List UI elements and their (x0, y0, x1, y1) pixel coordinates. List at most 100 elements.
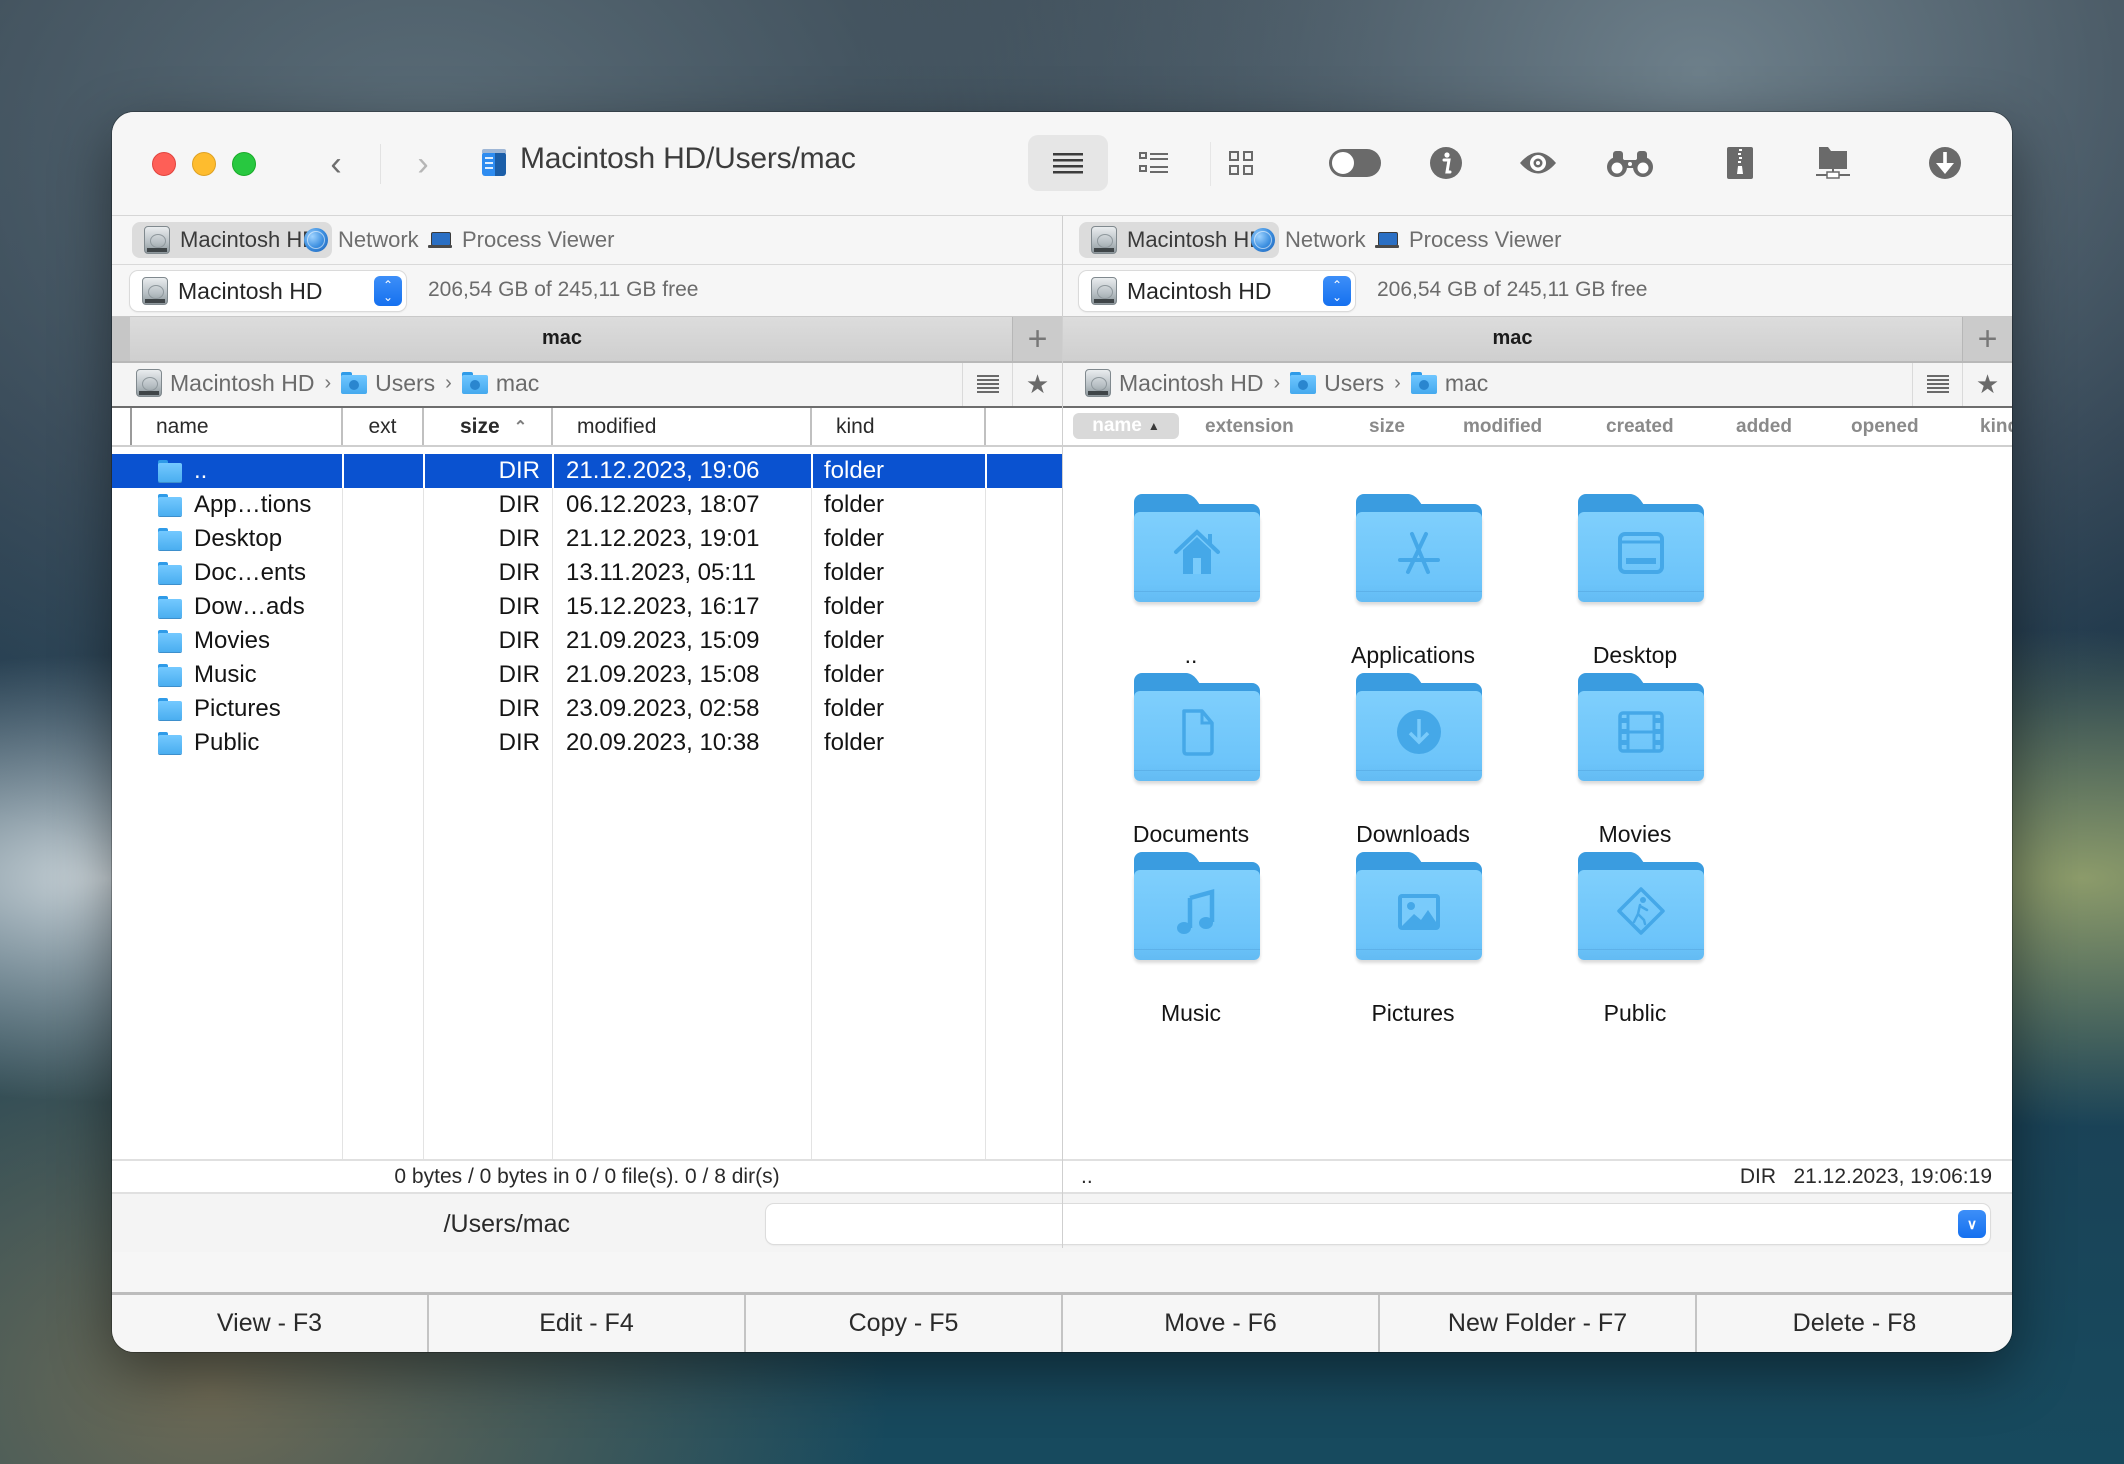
file-row[interactable]: Doc…ents DIR 13.11.2023, 05:11 folder (112, 556, 1062, 590)
new-folder-f7-button[interactable]: New Folder - F7 (1380, 1295, 1697, 1352)
sort-by-kind[interactable]: kind (1980, 416, 2012, 438)
file-name: Doc…ents (194, 559, 307, 586)
network-connect-button[interactable] (1793, 135, 1873, 191)
tab-process-viewer[interactable]: Process Viewer (416, 222, 628, 258)
file-modified: 06.12.2023, 18:07 (566, 491, 760, 518)
delete-f8-button[interactable]: Delete - F8 (1697, 1295, 2012, 1352)
chevron-right-icon: › (1273, 371, 1281, 394)
file-row[interactable]: Dow…ads DIR 15.12.2023, 16:17 folder (112, 590, 1062, 624)
right-free-space: 206,54 GB of 245,11 GB free (1377, 278, 1648, 301)
sort-by-added[interactable]: added (1736, 416, 1792, 438)
edit-f4-button[interactable]: Edit - F4 (429, 1295, 746, 1352)
right-breadcrumb: Macintosh HD › Users › mac ★ (1063, 363, 2012, 408)
minimize-window-button[interactable] (192, 152, 216, 176)
archive-button[interactable] (1700, 135, 1780, 191)
folder-label: Desktop (1592, 642, 1678, 668)
app-icon (482, 149, 506, 176)
file-row[interactable]: Music DIR 21.09.2023, 15:08 folder (112, 658, 1062, 692)
file-row[interactable]: .. DIR 21.12.2023, 19:06 folder (112, 454, 1062, 488)
column-modified[interactable]: modified (553, 408, 812, 445)
copy-f5-button[interactable]: Copy - F5 (746, 1295, 1063, 1352)
info-button[interactable] (1406, 135, 1486, 191)
folder-item[interactable]: Documents (1081, 673, 1301, 873)
left-drive-select[interactable]: Macintosh HD ⌃ ⌄ (130, 271, 406, 311)
sort-by-opened[interactable]: opened (1851, 416, 1919, 438)
column-ext[interactable]: ext (343, 408, 424, 445)
toggle-hidden-button[interactable] (1315, 135, 1395, 191)
laptop-icon (1375, 231, 1399, 249)
folder-item[interactable]: Public (1525, 852, 1745, 1052)
left-file-list: .. DIR 21.12.2023, 19:06 folder App…tions DIR… (112, 454, 1062, 1166)
column-name[interactable]: name (130, 408, 343, 445)
chevron-right-icon: › (1394, 371, 1401, 394)
left-favorites-button[interactable]: ★ (1012, 363, 1062, 406)
sort-by-extension[interactable]: extension (1205, 416, 1294, 438)
zoom-window-button[interactable] (232, 152, 256, 176)
right-icon-grid: .. Applications Desktop Documents Downloads M… (1063, 447, 2012, 1159)
tab-network[interactable]: Network (1239, 222, 1380, 258)
folder-item[interactable]: Applications (1303, 494, 1523, 694)
file-name: Movies (194, 627, 271, 654)
sort-by-name[interactable]: name ▲ (1073, 413, 1179, 439)
file-row[interactable]: Public DIR 20.09.2023, 10:38 folder (112, 726, 1062, 760)
folder-item[interactable]: Downloads (1303, 673, 1523, 873)
chevron-down-icon[interactable]: ∨ (1958, 1210, 1986, 1238)
crumb-macintosh-hd[interactable]: Macintosh HD (136, 369, 314, 397)
forward-button[interactable]: › (403, 145, 443, 183)
folder-item[interactable]: Movies (1525, 673, 1745, 873)
detail-list-button[interactable] (1114, 135, 1194, 191)
globe-icon (304, 228, 328, 252)
back-button[interactable]: ‹ (316, 145, 356, 183)
folder-label: Public (1603, 1000, 1667, 1026)
right-favorites-button[interactable]: ★ (1962, 363, 2012, 406)
sort-by-created[interactable]: created (1606, 416, 1674, 438)
info-icon (1430, 147, 1462, 179)
right-new-tab-button[interactable]: + (1962, 317, 2012, 361)
find-button[interactable] (1590, 135, 1670, 191)
command-line-input[interactable]: ∨ (766, 1204, 1990, 1244)
tab-network[interactable]: Network (292, 222, 433, 258)
crumb-users[interactable]: Users (1290, 370, 1384, 397)
up-down-chevron-icon[interactable]: ⌃ ⌄ (1323, 276, 1351, 306)
column-size[interactable]: size ⌃ (424, 408, 553, 445)
folder-item[interactable]: Music (1081, 852, 1301, 1052)
column-kind[interactable]: kind (812, 408, 986, 445)
quick-look-button[interactable] (1498, 135, 1578, 191)
home-folder-icon (1134, 494, 1260, 604)
grid-view-button[interactable] (1201, 135, 1281, 191)
left-history-button[interactable] (962, 363, 1012, 406)
view-f3-button[interactable]: View - F3 (112, 1295, 429, 1352)
crumb-mac[interactable]: mac (461, 370, 539, 397)
tab-process-viewer[interactable]: Process Viewer (1363, 222, 1575, 258)
right-history-button[interactable] (1912, 363, 1962, 406)
crumb-mac[interactable]: mac (1410, 370, 1488, 397)
file-row[interactable]: Pictures DIR 23.09.2023, 02:58 folder (112, 692, 1062, 726)
up-down-chevron-icon[interactable]: ⌃ ⌄ (374, 276, 402, 306)
folder-icon (158, 664, 182, 686)
file-row[interactable]: Movies DIR 21.09.2023, 15:09 folder (112, 624, 1062, 658)
pane-divider[interactable] (1062, 216, 1063, 1248)
folder-item[interactable]: .. (1081, 494, 1301, 694)
crumb-macintosh-hd[interactable]: Macintosh HD (1085, 369, 1263, 397)
folder-item[interactable]: Desktop (1525, 494, 1745, 694)
close-window-button[interactable] (152, 152, 176, 176)
folder-item[interactable]: Pictures (1303, 852, 1523, 1052)
folder-label: .. (1184, 642, 1198, 668)
right-path-title: mac (1492, 327, 1533, 349)
file-row[interactable]: App…tions DIR 06.12.2023, 18:07 folder (112, 488, 1062, 522)
file-name: Public (194, 729, 260, 756)
file-kind: folder (824, 593, 885, 620)
right-drive-select[interactable]: Macintosh HD ⌃ ⌄ (1079, 271, 1355, 311)
move-f6-button[interactable]: Move - F6 (1063, 1295, 1380, 1352)
drive-select-value: Macintosh HD (178, 277, 323, 304)
list-view-button[interactable] (1028, 135, 1108, 191)
crumb-users[interactable]: Users (341, 370, 435, 397)
download-button[interactable] (1905, 135, 1985, 191)
sort-by-size[interactable]: size (1369, 416, 1405, 438)
right-location-tabs: Macintosh HD Network Process Viewer (1063, 216, 2012, 265)
left-new-tab-button[interactable]: + (1012, 317, 1062, 361)
sort-by-modified[interactable]: modified (1463, 416, 1542, 438)
file-row[interactable]: Desktop DIR 21.12.2023, 19:01 folder (112, 522, 1062, 556)
archive-icon (1727, 147, 1753, 179)
hard-drive-icon (142, 277, 168, 305)
